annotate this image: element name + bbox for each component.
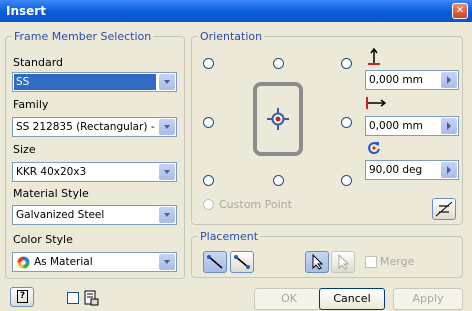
- insert-dialog: Insert ✕ Frame Member Selection Standard…: [0, 0, 472, 311]
- material-style-value: Galvanized Steel: [16, 209, 105, 221]
- merge-checkbox[interactable]: [365, 256, 377, 268]
- merge-label: Merge: [380, 255, 415, 268]
- select-button[interactable]: [305, 251, 329, 273]
- material-style-label: Material Style: [13, 187, 89, 200]
- title-bar: Insert ✕: [0, 0, 472, 22]
- edge-placement-icon: [207, 255, 223, 269]
- custom-point-radio[interactable]: [203, 199, 214, 210]
- color-style-combo[interactable]: As Material: [12, 252, 177, 272]
- window-title: Insert: [6, 4, 46, 18]
- mirror-button[interactable]: [432, 198, 456, 220]
- orientation-top-center-radio[interactable]: [273, 58, 284, 69]
- placement-legend: Placement: [200, 230, 259, 243]
- mirror-icon: [435, 201, 453, 217]
- orientation-bottom-right-radio[interactable]: [341, 175, 352, 186]
- vertical-offset-value: 0,000 mm: [369, 74, 423, 86]
- size-combo[interactable]: KKR 40x20x3: [12, 162, 177, 182]
- chevron-down-icon[interactable]: [159, 119, 175, 135]
- chevron-down-icon[interactable]: [159, 164, 175, 180]
- apply-button[interactable]: Apply: [393, 288, 463, 310]
- cursor-arrow-disabled-icon: [338, 254, 350, 270]
- chevron-down-icon[interactable]: [159, 74, 175, 90]
- vertical-offset-field[interactable]: 0,000 mm: [365, 70, 459, 90]
- standard-combo[interactable]: SS: [12, 72, 177, 92]
- rotation-field[interactable]: 90,00 deg: [365, 160, 459, 180]
- placement-edge-button[interactable]: [203, 251, 227, 273]
- color-style-value: As Material: [34, 256, 93, 268]
- horizontal-offset-arrow-button[interactable]: [441, 118, 457, 134]
- frame-member-selection-legend: Frame Member Selection: [14, 30, 152, 43]
- help-icon: ?: [17, 290, 28, 303]
- horizontal-offset-icon: [366, 97, 386, 109]
- family-value: SS 212835 (Rectangular) - T: [16, 121, 156, 133]
- rotation-icon: [368, 142, 380, 155]
- preview-checkbox[interactable]: [67, 292, 79, 304]
- orientation-middle-right-radio[interactable]: [341, 117, 352, 128]
- points-placement-icon: [234, 255, 250, 269]
- vertical-offset-arrow-button[interactable]: [441, 72, 457, 88]
- standard-label: Standard: [13, 56, 64, 69]
- custom-point-label: Custom Point: [219, 198, 292, 211]
- rotation-value: 90,00 deg: [369, 164, 423, 176]
- close-icon[interactable]: ✕: [452, 3, 468, 19]
- color-style-label: Color Style: [13, 233, 73, 246]
- select-secondary-button[interactable]: [331, 251, 355, 273]
- help-button[interactable]: ?: [10, 287, 34, 307]
- orientation-top-left-radio[interactable]: [203, 58, 214, 69]
- ok-button[interactable]: OK: [254, 288, 324, 310]
- color-wheel-icon: [17, 256, 30, 269]
- properties-icon: [84, 290, 99, 306]
- standard-value: SS: [14, 74, 156, 90]
- orientation-middle-left-radio[interactable]: [203, 117, 214, 128]
- chevron-down-icon[interactable]: [159, 254, 175, 270]
- vertical-offset-icon: [368, 48, 380, 65]
- orientation-top-right-radio[interactable]: [341, 58, 352, 69]
- orientation-legend: Orientation: [200, 30, 263, 43]
- family-combo[interactable]: SS 212835 (Rectangular) - T: [12, 117, 177, 137]
- chevron-down-icon[interactable]: [159, 207, 175, 223]
- placement-points-button[interactable]: [230, 251, 254, 273]
- center-point-icon[interactable]: [267, 108, 289, 130]
- size-value: KKR 40x20x3: [16, 166, 87, 178]
- horizontal-offset-field[interactable]: 0,000 mm: [365, 116, 459, 136]
- size-label: Size: [13, 143, 36, 156]
- material-style-combo[interactable]: Galvanized Steel: [12, 205, 177, 225]
- orientation-bottom-left-radio[interactable]: [203, 175, 214, 186]
- horizontal-offset-value: 0,000 mm: [369, 120, 423, 132]
- family-label: Family: [13, 98, 49, 111]
- cursor-arrow-icon: [312, 254, 324, 270]
- rotation-arrow-button[interactable]: [441, 162, 457, 178]
- cancel-button[interactable]: Cancel: [319, 288, 385, 310]
- orientation-bottom-center-radio[interactable]: [273, 175, 284, 186]
